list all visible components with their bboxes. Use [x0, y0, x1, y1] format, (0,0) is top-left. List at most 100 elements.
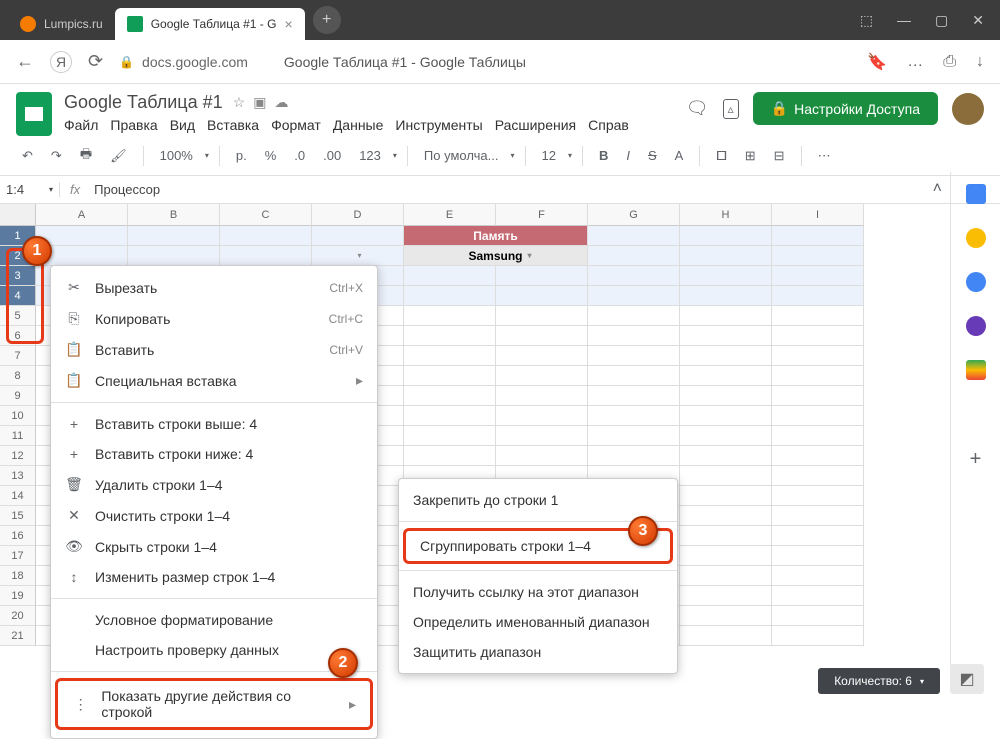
cell[interactable]: [772, 526, 864, 546]
extensions-icon[interactable]: ⎙: [943, 53, 956, 71]
sub-protect[interactable]: Защитить диапазон: [399, 637, 677, 667]
keep-icon[interactable]: [966, 228, 986, 248]
cell[interactable]: [772, 606, 864, 626]
cell[interactable]: [680, 346, 772, 366]
new-tab-button[interactable]: +: [313, 6, 341, 34]
strike-button[interactable]: S: [642, 144, 663, 167]
cell[interactable]: [680, 446, 772, 466]
text-color-button[interactable]: A: [669, 144, 690, 167]
calendar-icon[interactable]: [966, 184, 986, 204]
more-tools-button[interactable]: ⋯: [812, 144, 837, 168]
ctx-cut[interactable]: ✂ВырезатьCtrl+X: [51, 272, 377, 303]
cell[interactable]: [772, 326, 864, 346]
cell[interactable]: [220, 226, 312, 246]
cell[interactable]: Память: [404, 226, 588, 246]
cell[interactable]: [680, 366, 772, 386]
close-tab-icon[interactable]: ×: [284, 16, 292, 32]
cell[interactable]: [680, 226, 772, 246]
zoom-select[interactable]: 100%: [154, 144, 199, 167]
cell[interactable]: [772, 306, 864, 326]
sub-freeze[interactable]: Закрепить до строки 1: [399, 485, 677, 515]
row-header[interactable]: 9: [0, 386, 36, 406]
cloud-icon[interactable]: ☁: [274, 94, 288, 111]
maps-icon[interactable]: [966, 360, 986, 380]
bookmark-icon[interactable]: 🔖: [867, 52, 887, 72]
column-header[interactable]: B: [128, 204, 220, 226]
minimize-icon[interactable]: —: [897, 12, 911, 29]
ctx-paste-special[interactable]: 📋Специальная вставка▸: [51, 365, 377, 396]
cell[interactable]: [496, 306, 588, 326]
cell[interactable]: [680, 286, 772, 306]
row-header[interactable]: 8: [0, 366, 36, 386]
close-window-icon[interactable]: ✕: [972, 12, 984, 29]
merge-button[interactable]: ⊟: [768, 144, 791, 168]
cell[interactable]: [496, 366, 588, 386]
cell[interactable]: [404, 386, 496, 406]
column-header[interactable]: F: [496, 204, 588, 226]
cell[interactable]: [588, 446, 680, 466]
cell[interactable]: [772, 486, 864, 506]
row-header[interactable]: 21: [0, 626, 36, 646]
cell[interactable]: [588, 406, 680, 426]
cell[interactable]: [772, 346, 864, 366]
cell[interactable]: [404, 366, 496, 386]
cell[interactable]: [496, 446, 588, 466]
row-header[interactable]: 5: [0, 306, 36, 326]
cell[interactable]: [496, 406, 588, 426]
row-header[interactable]: 12: [0, 446, 36, 466]
format-menu[interactable]: 123: [353, 144, 387, 167]
cell[interactable]: [588, 346, 680, 366]
menu-edit[interactable]: Правка: [110, 117, 157, 133]
share-button[interactable]: 🔒 Настройки Доступа: [753, 92, 938, 125]
cell[interactable]: [680, 306, 772, 326]
redo-button[interactable]: ↷: [45, 144, 68, 168]
borders-button[interactable]: ⊞: [739, 144, 762, 168]
row-header[interactable]: 18: [0, 566, 36, 586]
cell[interactable]: [588, 266, 680, 286]
cell[interactable]: [680, 526, 772, 546]
cell[interactable]: [772, 226, 864, 246]
cell[interactable]: [680, 566, 772, 586]
column-header[interactable]: I: [772, 204, 864, 226]
download-icon[interactable]: ↓: [976, 53, 984, 71]
cell[interactable]: [404, 346, 496, 366]
column-header[interactable]: G: [588, 204, 680, 226]
cell[interactable]: [772, 466, 864, 486]
currency-button[interactable]: р.: [230, 144, 253, 167]
column-header[interactable]: D: [312, 204, 404, 226]
menu-format[interactable]: Формат: [271, 117, 321, 133]
ctx-paste[interactable]: 📋ВставитьCtrl+V: [51, 334, 377, 365]
cell[interactable]: [128, 246, 220, 266]
status-count[interactable]: Количество: 6▾: [818, 668, 940, 694]
cell[interactable]: [772, 366, 864, 386]
cell[interactable]: [772, 266, 864, 286]
cell[interactable]: [588, 306, 680, 326]
browser-tab-active[interactable]: Google Таблица #1 - G ×: [115, 8, 305, 40]
column-header[interactable]: E: [404, 204, 496, 226]
cell[interactable]: [128, 226, 220, 246]
row-header[interactable]: 6: [0, 326, 36, 346]
cell[interactable]: [680, 586, 772, 606]
cell[interactable]: [772, 586, 864, 606]
sub-named-range[interactable]: Определить именованный диапазон: [399, 607, 677, 637]
comments-icon[interactable]: 🗨: [686, 98, 709, 119]
cell[interactable]: [588, 386, 680, 406]
cell[interactable]: [772, 386, 864, 406]
cell[interactable]: [496, 426, 588, 446]
sheets-logo-icon[interactable]: [16, 92, 52, 136]
cell[interactable]: [772, 546, 864, 566]
row-header[interactable]: 17: [0, 546, 36, 566]
ctx-more-row-actions[interactable]: ⋮Показать другие действия со строкой▸: [55, 678, 373, 730]
cell[interactable]: [680, 426, 772, 446]
cell[interactable]: [680, 626, 772, 646]
present-icon[interactable]: ▵: [723, 99, 739, 119]
ctx-insert-below[interactable]: +Вставить строки ниже: 4: [51, 439, 377, 469]
add-addon-button[interactable]: +: [970, 448, 982, 471]
more-icon[interactable]: …: [907, 53, 923, 71]
undo-button[interactable]: ↶: [16, 144, 39, 168]
menu-tools[interactable]: Инструменты: [395, 117, 482, 133]
cell[interactable]: [772, 566, 864, 586]
font-size-input[interactable]: 12: [536, 144, 562, 167]
explore-button[interactable]: ◩: [950, 664, 984, 694]
sub-get-link[interactable]: Получить ссылку на этот диапазон: [399, 577, 677, 607]
